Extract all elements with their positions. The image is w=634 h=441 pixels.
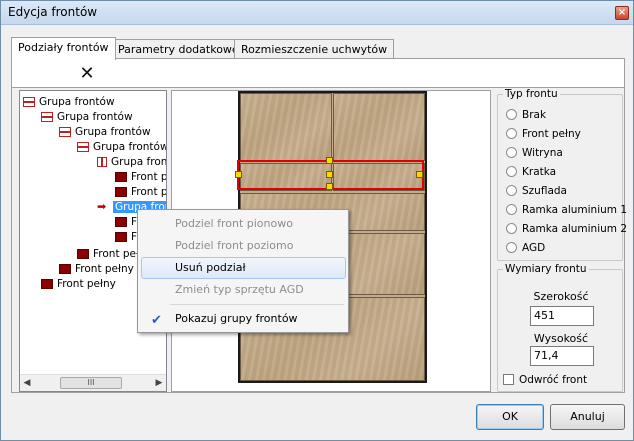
arrow-right-icon: ➡ <box>97 200 107 213</box>
wymiary-frontu-legend: Wymiary frontu <box>503 263 589 275</box>
tree-item[interactable]: Front peł <box>77 247 139 262</box>
menu-item-pokazuj-grupy[interactable]: ✔ Pokazuj grupy frontów <box>141 308 346 330</box>
checkbox-box-icon <box>503 373 514 385</box>
ok-button[interactable]: OK <box>476 404 544 430</box>
front-panel[interactable] <box>333 93 425 161</box>
typ-frontu-legend: Typ frontu <box>503 88 560 100</box>
radio-circle-icon <box>506 241 517 253</box>
menu-item-zmien-typ-agd[interactable]: Zmień typ sprzętu AGD <box>141 279 346 301</box>
front-icon <box>115 172 127 182</box>
tree-item[interactable]: Front p <box>115 170 166 185</box>
front-icon <box>59 264 71 274</box>
front-panel[interactable] <box>240 93 332 161</box>
resize-handle[interactable] <box>416 171 423 178</box>
group-vertical-icon <box>97 157 107 167</box>
tree-item[interactable]: Front pełny <box>59 262 134 277</box>
tree-item[interactable]: Grupa front <box>97 155 166 170</box>
title-bar[interactable]: Edycja frontów × <box>1 1 633 25</box>
scroll-thumb[interactable]: III <box>60 377 122 389</box>
width-input[interactable]: 451 <box>530 306 594 326</box>
checkmark-icon: ✔ <box>151 313 162 328</box>
radio-circle-icon <box>506 127 517 139</box>
radio-witryna[interactable]: Witryna <box>506 146 618 162</box>
menu-item-usun-podzial[interactable]: Usuń podział <box>141 257 346 279</box>
radio-kratka[interactable]: Kratka <box>506 165 618 181</box>
front-icon <box>41 279 53 289</box>
menu-item-podziel-poziomo[interactable]: Podziel front poziomo <box>141 235 346 257</box>
tree-item[interactable]: F <box>115 215 137 230</box>
tab-podzialy-frontow[interactable]: Podziały frontów <box>11 37 116 60</box>
front-icon <box>115 187 127 197</box>
cancel-button[interactable]: Anuluj <box>550 404 625 430</box>
radio-szuflada[interactable]: Szuflada <box>506 184 618 200</box>
resize-handle[interactable] <box>235 171 242 178</box>
front-icon <box>115 232 127 242</box>
menu-separator <box>170 304 344 305</box>
radio-circle-icon <box>506 146 517 158</box>
tree-item[interactable]: Grupa frontów <box>23 95 115 110</box>
radio-circle-icon <box>506 184 517 196</box>
group-horizontal-icon <box>59 127 71 137</box>
resize-handle[interactable] <box>326 157 333 164</box>
radio-circle-icon <box>506 165 517 177</box>
flip-front-checkbox[interactable]: Odwróć front <box>503 373 587 386</box>
context-menu: Podziel front pionowo Podziel front pozi… <box>137 209 349 333</box>
close-x-icon: ✕ <box>79 63 95 84</box>
front-icon <box>115 217 127 227</box>
radio-circle-icon <box>506 108 517 120</box>
tree-item[interactable]: Grupa frontów <box>41 110 133 125</box>
width-label: Szerokość <box>533 290 589 303</box>
resize-handle[interactable] <box>326 171 333 178</box>
radio-circle-icon <box>506 222 517 234</box>
radio-ramka-aluminium-2[interactable]: Ramka aluminium 2 <box>506 222 627 238</box>
radio-agd[interactable]: AGD <box>506 241 618 257</box>
close-window-button[interactable]: × <box>615 6 629 20</box>
window-title: Edycja frontów <box>8 5 98 19</box>
delete-button[interactable]: ✕ <box>75 63 99 85</box>
radio-front-pelny[interactable]: Front pełny <box>506 127 618 143</box>
scroll-right-icon[interactable]: ▶ <box>154 378 164 388</box>
tab-rozmieszczenie-uchwytow[interactable]: Rozmieszczenie uchwytów <box>234 39 395 59</box>
front-icon <box>77 249 89 259</box>
tab-parametry-dodatkowe[interactable]: Parametry dodatkowe <box>111 39 246 59</box>
group-horizontal-icon <box>77 142 89 152</box>
resize-handle[interactable] <box>326 183 333 190</box>
tree-item[interactable]: Front p <box>115 185 166 200</box>
tree-item[interactable]: Grupa frontów <box>59 125 151 140</box>
tree-item[interactable]: Grupa frontów <box>77 140 166 155</box>
height-label: Wysokość <box>533 332 589 345</box>
tree-item[interactable]: Front pełny <box>41 277 116 292</box>
toolbar: ✕ <box>11 58 625 88</box>
typ-frontu-group: Typ frontu Brak Front pełny Witryna Krat… <box>497 88 627 261</box>
wymiary-frontu-group: Wymiary frontu Szerokość 451 Wysokość 71… <box>497 263 623 392</box>
dialog-window: Edycja frontów × Podziały frontów Parame… <box>0 0 634 441</box>
group-horizontal-icon <box>41 112 53 122</box>
radio-circle-icon <box>506 203 517 215</box>
menu-item-podziel-pionowo[interactable]: Podziel front pionowo <box>141 213 346 235</box>
scroll-left-icon[interactable]: ◀ <box>22 378 32 388</box>
tree-horizontal-scrollbar[interactable]: ◀ III ▶ <box>20 374 166 391</box>
radio-ramka-aluminium-1[interactable]: Ramka aluminium 1 <box>506 203 627 219</box>
height-input[interactable]: 71,4 <box>530 346 594 366</box>
tree-item[interactable]: F <box>115 230 137 245</box>
radio-brak[interactable]: Brak <box>506 108 618 124</box>
group-horizontal-icon <box>23 97 35 107</box>
